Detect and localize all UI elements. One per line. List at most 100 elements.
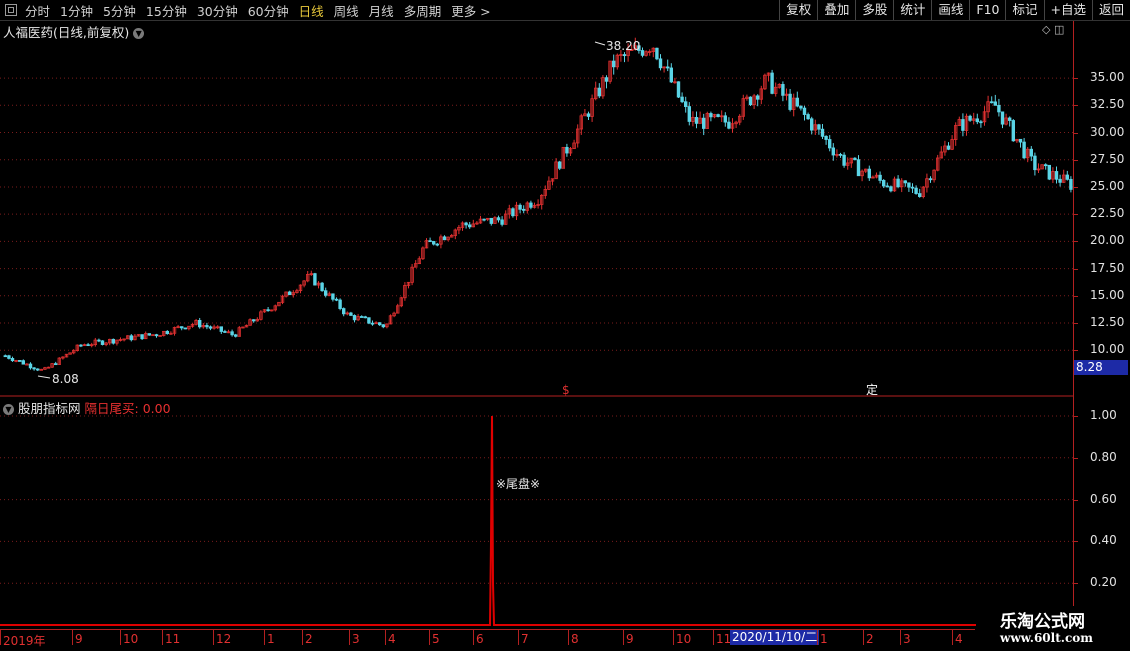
candle-body (208, 326, 213, 329)
candle-body (287, 291, 292, 296)
date-tick (264, 629, 265, 645)
candle-body (54, 363, 58, 366)
candle-body (1018, 138, 1023, 143)
candle-body (878, 174, 882, 181)
candle-body (10, 358, 15, 362)
date-label: 2 (866, 632, 874, 646)
indicator-title[interactable]: ▼ 股朋指标网 隔日尾买: 0.00 (3, 398, 171, 417)
candle-body (961, 119, 965, 131)
candle-body (896, 178, 900, 188)
candle-body (914, 187, 918, 194)
candle-body (1022, 141, 1026, 159)
cursor-date: 2020/11/10/二 (730, 630, 820, 645)
ytick-label: 27.50 (1090, 151, 1125, 166)
candle-body (1033, 155, 1037, 171)
ytick-label: 0.40 (1090, 533, 1117, 548)
date-label: 6 (476, 632, 484, 646)
ytick-mark (1073, 241, 1078, 243)
date-label: 1 (820, 632, 828, 646)
candle-body (756, 95, 760, 100)
candle-body (604, 77, 609, 82)
candle-body (338, 299, 342, 309)
date-axis (0, 629, 975, 651)
candle-body (795, 97, 799, 107)
candle-body (464, 222, 468, 226)
candle-body (810, 118, 814, 131)
date-tick (673, 629, 674, 645)
ytick-label: 25.00 (1090, 178, 1125, 193)
candle-body (640, 50, 645, 56)
candle-body (709, 113, 713, 118)
candle-body (856, 159, 861, 177)
date-label: 12 (216, 632, 232, 646)
candle-body (802, 107, 807, 115)
date-tick (623, 629, 624, 645)
ytick-mark (1073, 295, 1078, 297)
date-label: 10 (123, 632, 139, 646)
ytick-label: 1.00 (1090, 408, 1117, 422)
date-tick (817, 629, 818, 645)
candle-body (990, 101, 994, 104)
candle-body (565, 146, 569, 154)
candle-body (975, 118, 979, 123)
ytick-mark (1073, 105, 1078, 107)
candle-body (558, 161, 562, 169)
candle-body (1069, 178, 1073, 190)
candle-body (666, 66, 670, 69)
candle-body (154, 334, 159, 337)
candle-body (716, 114, 720, 117)
candle-body (806, 114, 810, 120)
candle-body (266, 309, 270, 312)
candle-body (1054, 171, 1059, 180)
candle-body (111, 338, 115, 344)
high-price-label: 38.20 (606, 39, 640, 53)
indicator-value: 隔日尾买: 0.00 (84, 401, 171, 416)
date-label: 11 (165, 632, 181, 646)
candle-body (100, 340, 105, 345)
candle-body (233, 334, 238, 337)
watermark-title: 乐淘公式网 (1000, 612, 1085, 632)
candle-body (669, 67, 673, 83)
ytick-label: 22.50 (1090, 206, 1125, 221)
candle-body (36, 368, 40, 371)
candle-body (25, 363, 29, 366)
candle-body (658, 58, 663, 69)
candle-body (370, 322, 375, 325)
candle-body (482, 218, 486, 221)
candle-body (1044, 164, 1048, 167)
high-pointer (594, 41, 606, 46)
candle-body (817, 124, 821, 130)
chevron-down-icon[interactable]: ▼ (3, 404, 14, 415)
date-tick (429, 629, 430, 645)
candle-body (367, 317, 371, 324)
date-tick (473, 629, 474, 645)
ytick-mark (1073, 583, 1078, 585)
candle-body (612, 60, 616, 68)
date-label: 10 (676, 632, 692, 646)
ytick-mark (1073, 268, 1078, 270)
candle-body (997, 104, 1001, 113)
date-label: 2 (305, 632, 313, 646)
candle-body (334, 298, 339, 301)
ytick-label: 0.60 (1090, 491, 1117, 506)
candle-body (518, 204, 522, 210)
ytick-mark (1073, 541, 1078, 543)
candle-body (702, 117, 706, 129)
date-label: 8 (571, 632, 579, 646)
candle-body (140, 334, 144, 340)
candle-body (968, 115, 972, 121)
candle-body (489, 217, 493, 224)
date-tick (900, 629, 901, 645)
candle-body (770, 72, 774, 94)
event-marker: $ (562, 383, 570, 397)
candle-body (907, 182, 911, 188)
ytick-mark (1073, 457, 1078, 459)
date-tick (713, 629, 714, 645)
candle-body (179, 326, 184, 329)
date-tick (863, 629, 864, 645)
candle-body (147, 333, 151, 336)
candlestick-chart[interactable]: 38.20 8.08 $ 定 ※尾盘※ (0, 0, 1130, 650)
ytick-label: 20.00 (1090, 233, 1125, 248)
candle-body (824, 135, 828, 140)
date-label: 4 (388, 632, 396, 646)
